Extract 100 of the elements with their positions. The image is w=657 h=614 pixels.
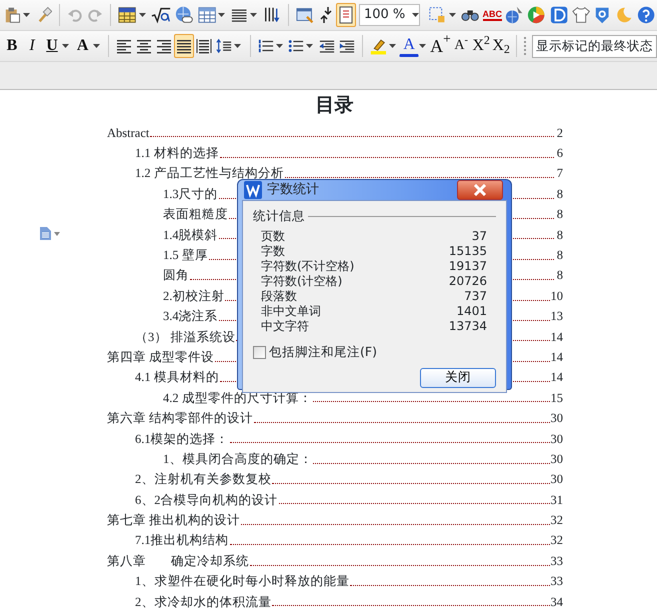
page-number: 30 [550,450,563,468]
toc-entry[interactable]: 2、求冷却水的体积流量 [135,592,272,612]
toc-entry[interactable]: 3.4浇注系 [163,307,218,326]
stat-label: 字数 [261,243,285,260]
globe-icon [505,5,524,25]
close-button[interactable] [457,180,503,200]
caret-icon[interactable] [306,44,314,48]
page-view-button[interactable] [336,3,356,27]
page-number: 8 [556,226,563,244]
superscript-button[interactable]: X$^{2}$ [471,34,492,58]
page-number: 30 [550,430,563,448]
toc-entry[interactable]: 6、2合模导向机构的设计 [135,490,278,510]
page-number: 13 [550,308,563,326]
toc-entry[interactable]: 1.5 壁厚 [163,246,208,265]
letter-d-icon [550,5,568,25]
caret-icon[interactable] [448,13,456,17]
stat-label: 字符数(不计空格) [261,258,354,274]
sort-icon [262,6,281,24]
stat-label: 字符数(计空格) [261,273,342,290]
section-heading: 统计信息 [253,207,305,225]
font-color-button[interactable]: A [399,35,420,57]
align-center-icon [136,38,152,54]
selection-icon [428,5,446,25]
page-title: 目录 [316,94,354,116]
spellcheck-button[interactable]: ABC [481,3,504,27]
stat-value: 737 [464,288,487,306]
page-number: 8 [556,186,563,203]
toc-entry[interactable]: 第八章 确定冷却系统 [107,552,249,571]
align-right-icon [156,38,172,54]
outdent-icon [318,38,335,54]
formula-icon [151,6,172,24]
toc-entry[interactable]: 1.1 材料的选择 [135,144,219,163]
bold-button[interactable]: B [2,34,22,58]
zoom-field[interactable]: 100 % [358,4,420,26]
stat-label: 段落数 [261,288,297,305]
caret-icon[interactable] [234,44,242,48]
stat-value: 13734 [448,318,487,336]
document-options-icon[interactable] [39,226,60,241]
stat-value: 20726 [448,273,487,290]
caret-icon[interactable] [62,44,70,48]
window-icon [296,6,314,24]
caret-icon[interactable] [22,13,31,17]
toc-entry[interactable]: Abstract [107,124,150,142]
toc-entry[interactable]: 1.3尺寸的 [163,184,218,204]
page-number: 8 [556,267,563,284]
toc-entry[interactable]: 第四章 成型零件设 [107,348,214,367]
caret-icon[interactable] [138,13,146,17]
distribute-icon [196,38,212,54]
grow-font-button[interactable]: A$^{+}$ [430,34,452,58]
justify-button[interactable] [174,34,194,58]
caret-icon[interactable] [218,13,226,17]
page-number: 33 [550,552,563,570]
bullet-list-icon [288,37,304,55]
table-icon [198,6,216,24]
toc-entry[interactable]: 2、注射机有关参数复校 [135,470,272,490]
toc-entry[interactable]: 第六章 结构零部件的设计 [107,409,254,428]
page-number: 30 [550,471,563,488]
checkbox[interactable] [253,346,266,359]
toc-entry[interactable]: （3） 排溢系统设 [135,328,236,346]
line-spacing-icon [216,38,232,54]
stat-label: 非中文单词 [261,303,321,320]
toc-entry[interactable]: 7.1推出机构结构 [135,531,229,550]
page-number: 6 [556,145,563,162]
caret-icon[interactable] [419,44,427,48]
page-number: 10 [550,288,563,305]
page-number: 14 [550,348,563,366]
display-mode-dropdown[interactable]: 显示标记的最终状态 [532,34,657,58]
caret-icon[interactable] [249,13,258,17]
toc-entry[interactable]: 6.1模架的选择： [135,430,229,448]
close-dialog-button[interactable]: 关闭 [420,368,496,388]
toc-entry[interactable]: 4.1 模具材料的 [135,368,219,388]
stat-value: 15135 [448,243,487,260]
toc-entry[interactable]: 表面粗糙度 [163,205,228,224]
subscript-button[interactable]: X$_{2}$ [491,34,512,58]
stat-label: 页数 [261,228,285,244]
page-number: 14 [550,369,563,386]
caret-icon[interactable] [276,44,284,48]
stat-value: 1401 [456,303,487,320]
justify-icon [176,38,192,54]
toc-entry[interactable]: 1.2 产品工艺性与结构分析 [135,164,284,184]
redo-icon [86,7,103,23]
toc-entry[interactable]: 2.初校注射 [163,286,224,306]
help-icon [636,5,655,25]
page-number: 33 [550,573,563,590]
caret-icon[interactable] [388,44,396,48]
toc-entry[interactable]: 1、求塑件在硬化时每小时释放的能量 [135,572,350,591]
toc-entry[interactable]: 圆角 [163,266,189,286]
caret-icon[interactable] [92,44,100,48]
numbered-list-icon [258,37,274,55]
toc-entry[interactable]: 第七章 推出机构的设计 [107,511,240,530]
shrink-font-button[interactable]: A$^{-}$ [451,34,472,58]
page-number: 7 [556,165,563,182]
dialog-title: 字数统计 [267,181,319,200]
stat-value: 37 [472,228,487,246]
toc-entry[interactable]: 1.4脱模斜 [163,226,218,244]
close-icon [473,184,487,196]
italic-button[interactable]: I [22,34,42,58]
underline-button[interactable]: U [42,34,62,58]
toc-entry[interactable]: 1、模具闭合高度的确定： [163,450,312,469]
char-scale-button[interactable]: A [72,34,93,58]
